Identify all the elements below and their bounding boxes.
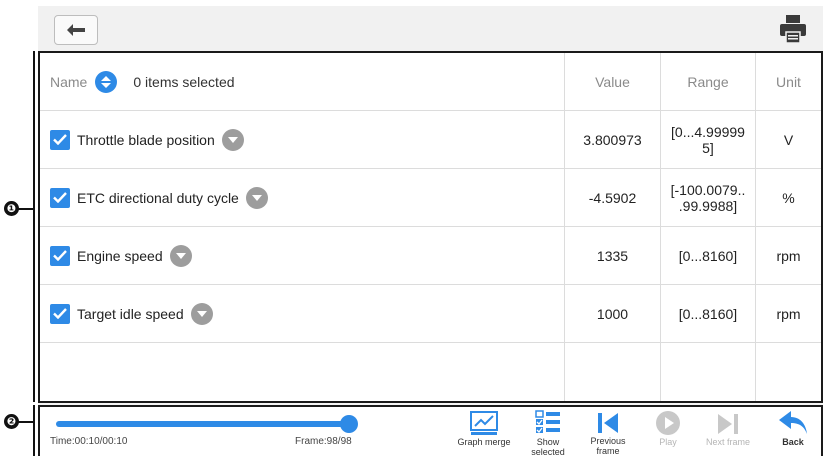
checkmark-icon: [53, 250, 67, 261]
table-row[interactable]: Engine speed 1335 [0...8160] rpm: [40, 227, 821, 285]
row-dropdown-button[interactable]: [245, 186, 268, 209]
back-arrow-button[interactable]: [54, 15, 98, 45]
row-name: ETC directional duty cycle: [77, 189, 239, 206]
table-row[interactable]: Throttle blade position 3.800973 [0...4.…: [40, 111, 821, 169]
back-label: Back: [782, 437, 804, 447]
callout-1-bracket: [33, 51, 35, 402]
row-range: [0...8160]: [660, 227, 755, 284]
header-name-label: Name: [50, 73, 88, 90]
row-value: 1000: [564, 285, 660, 342]
back-arrow-icon: [67, 24, 85, 36]
row-dropdown-button[interactable]: [169, 244, 192, 267]
empty-value-cell: [564, 343, 660, 401]
row-checkbox[interactable]: [50, 187, 70, 208]
play-icon: [656, 411, 680, 435]
callout-2: ❷: [4, 414, 19, 429]
row-dropdown-button[interactable]: [190, 302, 213, 325]
row-name-cell: ETC directional duty cycle: [50, 169, 560, 226]
row-name: Target idle speed: [77, 305, 184, 322]
show-selected-icon: [535, 410, 560, 433]
back-button[interactable]: Back: [762, 410, 823, 456]
chevron-down-icon: [175, 252, 186, 259]
chevron-down-icon: [251, 194, 262, 201]
sort-button[interactable]: [95, 70, 118, 93]
row-value: 3.800973: [564, 111, 660, 168]
callout-1-line: [18, 208, 34, 210]
callout-1: ❶: [4, 201, 19, 216]
table-row[interactable]: Target idle speed 1000 [0...8160] rpm: [40, 285, 821, 343]
row-name: Throttle blade position: [77, 131, 215, 148]
items-selected-text: 0 items selected: [133, 73, 235, 90]
sort-arrows-icon: [101, 75, 112, 88]
playback-time: Time:00:10/00:10: [50, 436, 128, 447]
checkmark-icon: [53, 134, 67, 145]
next-frame-icon: [718, 414, 738, 434]
empty-unit-cell: [755, 343, 821, 401]
row-unit: rpm: [755, 227, 821, 284]
row-value: 1335: [564, 227, 660, 284]
checkmark-icon: [53, 308, 67, 319]
row-name: Engine speed: [77, 247, 163, 264]
previous-frame-label: Previous frame: [590, 436, 626, 456]
row-name-cell: Engine speed: [50, 227, 560, 284]
table-header: Name 0 items selected Value Range Unit: [40, 53, 821, 111]
chevron-down-icon: [196, 310, 207, 317]
playback-toolbar: Time:00:10/00:10 Frame:98/98 Graph merge: [38, 405, 823, 456]
playback-slider[interactable]: [56, 421, 350, 427]
header-range: Range: [660, 53, 755, 110]
header-value: Value: [564, 53, 660, 110]
table-row[interactable]: ETC directional duty cycle -4.5902 [-100…: [40, 169, 821, 227]
play-button[interactable]: Play: [637, 410, 699, 456]
row-range: [0...8160]: [660, 285, 755, 342]
row-dropdown-button[interactable]: [221, 128, 244, 151]
empty-row: [40, 343, 821, 401]
playback-frame: Frame:98/98: [295, 436, 352, 447]
play-label: Play: [659, 437, 677, 447]
graph-merge-label: Graph merge: [457, 437, 511, 447]
row-name-cell: Target idle speed: [50, 285, 560, 342]
chevron-down-icon: [227, 136, 238, 143]
row-checkbox[interactable]: [50, 303, 70, 324]
data-stream-table: Name 0 items selected Value Range Unit T…: [38, 51, 823, 403]
header-name-cell: Name 0 items selected: [50, 53, 560, 110]
previous-frame-icon: [598, 413, 618, 433]
row-value: -4.5902: [564, 169, 660, 226]
row-checkbox[interactable]: [50, 245, 70, 266]
row-range: [0...4.99999 5]: [660, 111, 755, 168]
header-unit: Unit: [755, 53, 821, 110]
next-frame-button[interactable]: Next frame: [697, 410, 759, 456]
callout-2-bracket: [33, 405, 35, 456]
row-checkbox[interactable]: [50, 129, 70, 150]
row-name-cell: Throttle blade position: [50, 111, 560, 168]
graph-merge-icon: [470, 411, 498, 435]
checkmark-icon: [53, 192, 67, 203]
row-unit: %: [755, 169, 821, 226]
print-button[interactable]: [779, 14, 807, 44]
row-unit: rpm: [755, 285, 821, 342]
callout-2-line: [18, 421, 34, 423]
graph-merge-button[interactable]: Graph merge: [453, 410, 515, 456]
back-curved-arrow-icon: [779, 411, 807, 434]
empty-range-cell: [660, 343, 755, 401]
printer-icon: [780, 15, 806, 44]
next-frame-label: Next frame: [705, 437, 750, 447]
show-selected-button[interactable]: Show selected: [517, 410, 579, 456]
playback-slider-thumb[interactable]: [340, 415, 358, 433]
row-range: [-100.0079.. .99.9988]: [660, 169, 755, 226]
row-unit: V: [755, 111, 821, 168]
show-selected-label: Show selected: [531, 437, 565, 456]
device-screen: Name 0 items selected Value Range Unit T…: [38, 6, 823, 456]
previous-frame-button[interactable]: Previous frame: [577, 410, 639, 456]
top-bar: [38, 6, 823, 51]
